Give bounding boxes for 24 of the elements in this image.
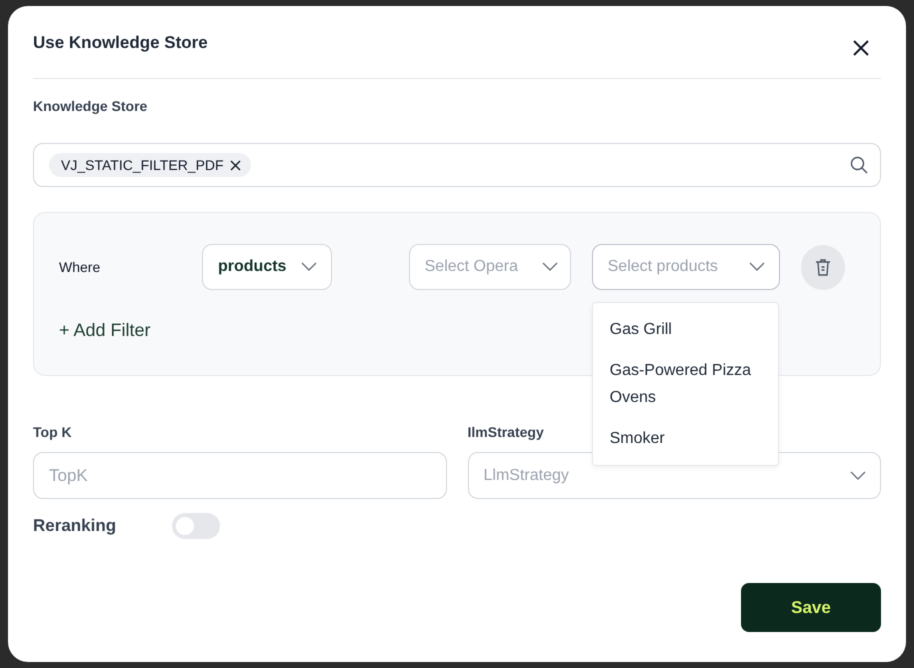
dropdown-option[interactable]: Gas-Powered Pizza Ovens xyxy=(592,350,778,418)
chevron-down-icon xyxy=(542,262,558,272)
field-label: Knowledge Store xyxy=(33,98,148,114)
search-icon[interactable] xyxy=(850,156,868,174)
save-button[interactable]: Save xyxy=(741,583,881,632)
top-k-field[interactable]: TopK xyxy=(33,452,446,499)
dialog-title: Use Knowledge Store xyxy=(33,33,208,53)
field-label: IlmStrategy xyxy=(468,424,544,440)
add-filter-button[interactable]: + Add Filter xyxy=(59,320,151,341)
knowledge-store-field[interactable]: VJ_STATIC_FILTER_PDF xyxy=(33,143,881,187)
field-select[interactable]: products xyxy=(202,244,332,290)
dropdown-option[interactable]: Gas Grill xyxy=(592,309,778,350)
field-label: Top K xyxy=(33,424,72,440)
chevron-down-icon xyxy=(300,262,317,272)
delete-button[interactable] xyxy=(800,244,845,290)
chevron-down-icon xyxy=(850,470,866,480)
trash-icon xyxy=(814,258,831,276)
toggle-label: Reranking xyxy=(33,516,118,536)
remove-icon[interactable] xyxy=(230,160,241,170)
chevron-down-icon xyxy=(748,262,765,272)
filter-label: Where xyxy=(59,259,102,275)
reranking-toggle[interactable] xyxy=(172,513,220,539)
close-button[interactable] xyxy=(853,40,869,56)
tag-label: VJ_STATIC_FILTER_PDF xyxy=(61,157,224,173)
